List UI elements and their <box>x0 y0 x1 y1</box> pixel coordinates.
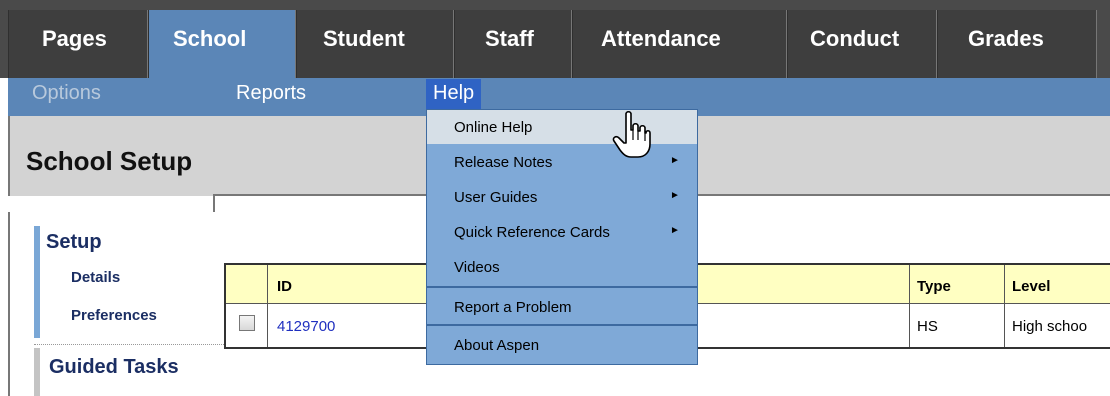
menu-separator <box>427 286 697 288</box>
tab-student-label: Student <box>323 26 405 51</box>
column-divider <box>1004 265 1005 347</box>
tab-pages-label: Pages <box>42 26 107 51</box>
cell-level: High schoo <box>1012 318 1088 335</box>
content-left-border <box>8 116 10 396</box>
menu-item-release-notes[interactable]: Release Notes ► <box>427 145 697 179</box>
cell-id-link[interactable]: 4129700 <box>277 318 335 335</box>
tab-attendance[interactable]: Attendance <box>572 10 787 78</box>
menu-item-label: Online Help <box>454 119 533 136</box>
menu-separator <box>427 324 697 326</box>
setup-section-marker <box>34 226 40 338</box>
menu-item-user-guides[interactable]: User Guides ► <box>427 180 697 214</box>
tab-student[interactable]: Student <box>296 10 454 78</box>
page-title: School Setup <box>26 146 193 176</box>
menu-item-online-help[interactable]: Online Help <box>427 110 697 144</box>
tab-pages[interactable]: Pages <box>8 10 148 78</box>
column-header-level[interactable]: Level <box>1012 278 1050 295</box>
main-tabs: Pages School Student Staff Attendance Co… <box>8 10 1097 78</box>
nav-item-preferences[interactable]: Preferences <box>71 307 157 324</box>
menu-item-about-aspen[interactable]: About Aspen <box>427 328 697 362</box>
guided-section-marker <box>34 348 40 396</box>
title-tab-notch <box>8 196 215 212</box>
tab-attendance-label: Attendance <box>601 26 721 51</box>
arrow-right-icon: ► <box>670 155 680 166</box>
tab-school[interactable]: School <box>148 10 296 78</box>
arrow-right-icon: ► <box>670 190 680 201</box>
column-header-type[interactable]: Type <box>917 278 951 295</box>
menu-item-label: Videos <box>454 259 500 276</box>
tab-conduct[interactable]: Conduct <box>787 10 937 78</box>
row-select-checkbox[interactable] <box>239 315 255 331</box>
tab-school-label: School <box>173 26 247 51</box>
nav-heading-guided-tasks[interactable]: Guided Tasks <box>49 356 179 379</box>
tab-grades[interactable]: Grades <box>937 10 1097 78</box>
menu-item-label: User Guides <box>454 189 538 206</box>
submenu-help[interactable]: Help <box>426 79 482 109</box>
tab-staff-label: Staff <box>485 26 534 51</box>
hand-pointer-icon <box>612 110 651 158</box>
cell-type: HS <box>917 318 938 335</box>
main-tab-bar: Pages School Student Staff Attendance Co… <box>0 0 1110 78</box>
menu-item-label: Quick Reference Cards <box>454 224 610 241</box>
nav-heading-setup: Setup <box>46 231 102 253</box>
submenu-reports[interactable]: Reports <box>236 82 306 105</box>
menu-item-label: Release Notes <box>454 154 553 171</box>
nav-item-details[interactable]: Details <box>71 269 120 286</box>
column-divider <box>909 265 910 347</box>
menu-item-quick-reference-cards[interactable]: Quick Reference Cards ► <box>427 215 697 249</box>
tab-staff[interactable]: Staff <box>454 10 572 78</box>
column-divider <box>267 265 268 347</box>
menu-item-label: About Aspen <box>454 337 540 354</box>
menu-item-report-a-problem[interactable]: Report a Problem <box>427 290 697 324</box>
nav-divider <box>34 344 224 346</box>
help-dropdown-menu: Online Help Release Notes ► User Guides … <box>426 109 698 365</box>
menu-item-label: Report a Problem <box>454 299 572 316</box>
menu-item-videos[interactable]: Videos <box>427 250 697 284</box>
arrow-right-icon: ► <box>670 225 680 236</box>
column-header-id[interactable]: ID <box>277 278 292 295</box>
tab-grades-label: Grades <box>968 26 1044 51</box>
tab-conduct-label: Conduct <box>810 26 900 51</box>
submenu-options[interactable]: Options <box>32 82 101 105</box>
